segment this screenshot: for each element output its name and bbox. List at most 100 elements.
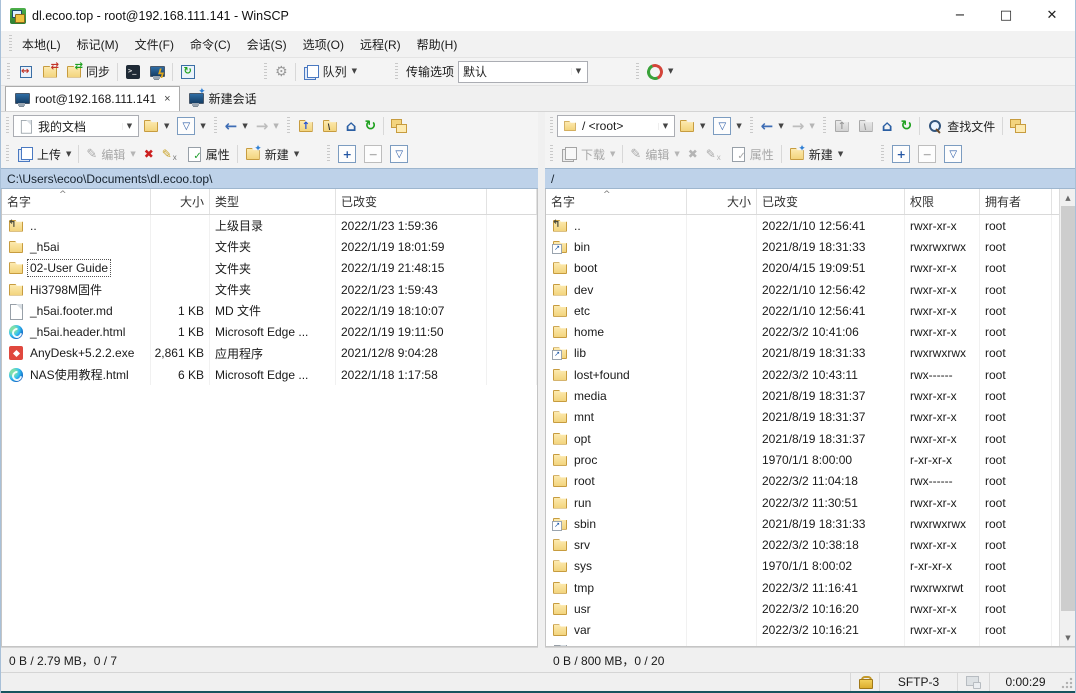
table-row[interactable]: _h5ai 文件夹 2022/1/19 18:01:59	[2, 236, 537, 257]
open-in-putty-button[interactable]: ϟ	[145, 60, 169, 84]
scroll-down-icon[interactable]: ▼	[1060, 629, 1076, 646]
connection-cell[interactable]	[957, 673, 989, 691]
remote-open-directory-button[interactable]: ▼	[675, 114, 709, 138]
remote-parent-directory-button[interactable]	[830, 114, 854, 138]
remote-home-button[interactable]: ⌂	[878, 114, 897, 138]
local-edit-button[interactable]: ✎编辑▼	[82, 142, 139, 166]
local-selection-filter-button[interactable]: ▽	[386, 142, 412, 166]
refresh-panels-button[interactable]	[176, 60, 200, 84]
swap-panels-button[interactable]	[14, 60, 38, 84]
resize-grip-icon[interactable]	[1061, 677, 1073, 689]
table-row[interactable]: dev 2022/1/10 12:56:42 rwxr-xr-x root	[546, 279, 1059, 300]
table-row[interactable]: srv 2022/3/2 10:38:18 rwxr-xr-x root	[546, 534, 1059, 555]
local-expand-selection-button[interactable]: +	[334, 142, 360, 166]
new-session-tab[interactable]: ✦ 新建会话	[180, 86, 265, 111]
scrollbar-track[interactable]	[1060, 206, 1076, 629]
remote-refresh-button[interactable]: ↻	[896, 114, 916, 138]
remote-edit-button[interactable]: ✎编辑▼	[626, 142, 683, 166]
column-header-changed[interactable]: 已改变	[336, 189, 487, 214]
local-open-directory-button[interactable]: ▼	[139, 114, 173, 138]
close-session-icon[interactable]: ×	[164, 93, 170, 105]
table-row[interactable]: lib 2021/8/19 18:31:33 rwxrwxrwx root	[546, 343, 1059, 364]
remote-tree-button[interactable]	[1006, 114, 1030, 138]
menu-item[interactable]: 标记(M)	[69, 32, 127, 57]
table-row[interactable]: mnt 2021/8/19 18:31:37 rwxr-xr-x root	[546, 407, 1059, 428]
minimize-button[interactable]: −	[937, 0, 983, 31]
transfer-settings-button[interactable]: ▼	[643, 60, 677, 84]
table-row[interactable]: usr 2022/3/2 10:16:20 rwxr-xr-x root	[546, 598, 1059, 619]
table-row[interactable]: sys 1970/1/1 8:00:02 r-xr-xr-x root	[546, 556, 1059, 577]
local-collapse-selection-button[interactable]: −	[360, 142, 386, 166]
local-path-bar[interactable]: C:\Users\ecoo\Documents\dl.ecoo.top\	[1, 168, 538, 189]
local-new-button[interactable]: 新建▼	[241, 142, 303, 166]
menu-item[interactable]: 文件(F)	[127, 32, 182, 57]
local-home-button[interactable]: ⌂	[342, 114, 361, 138]
remote-root-directory-button[interactable]	[854, 114, 878, 138]
synchronize-button[interactable]: ⇄同步	[62, 60, 114, 84]
table-row[interactable]: run 2022/3/2 11:30:51 rwxr-xr-x root	[546, 492, 1059, 513]
scroll-up-icon[interactable]: ▲	[1060, 189, 1076, 206]
table-row[interactable]: home 2022/3/2 10:41:06 rwxr-xr-x root	[546, 321, 1059, 342]
maximize-button[interactable]: □	[983, 0, 1029, 31]
remote-path-bar[interactable]: /	[545, 168, 1076, 189]
remote-directory-combo[interactable]: / <root> ▼	[557, 115, 675, 137]
column-header-changed[interactable]: 已改变	[757, 189, 905, 214]
menu-item[interactable]: 命令(C)	[182, 32, 239, 57]
table-row[interactable]: bin 2021/8/19 18:31:33 rwxrwxrwx root	[546, 236, 1059, 257]
remote-rename-button[interactable]	[702, 142, 726, 166]
table-row[interactable]: _h5ai.header.html 1 KB Microsoft Edge ..…	[2, 321, 537, 342]
remote-scrollbar[interactable]: ▲ ▼	[1059, 189, 1076, 646]
remote-collapse-selection-button[interactable]: −	[914, 142, 940, 166]
close-button[interactable]: ✕	[1029, 0, 1075, 31]
local-root-directory-button[interactable]	[318, 114, 342, 138]
remote-expand-selection-button[interactable]: +	[888, 142, 914, 166]
upload-button[interactable]: 上传▼	[13, 142, 75, 166]
local-tree-button[interactable]	[387, 114, 411, 138]
table-row[interactable]: .. 2022/1/10 12:56:41 rwxr-xr-x root	[546, 215, 1059, 236]
table-row[interactable]: AnyDesk+5.2.2.exe 2,861 KB 应用程序 2021/12/…	[2, 343, 537, 364]
table-row[interactable]: 02-User Guide 文件夹 2022/1/19 21:48:15	[2, 258, 537, 279]
table-row[interactable]: Hi3798M固件 文件夹 2022/1/23 1:59:43	[2, 279, 537, 300]
table-row[interactable]: root 2022/3/2 11:04:18 rwx------ root	[546, 471, 1059, 492]
column-header-owner[interactable]: 拥有者	[980, 189, 1052, 214]
download-button[interactable]: 下载▼	[557, 142, 619, 166]
column-header-size[interactable]: 大小	[151, 189, 210, 214]
queue-button[interactable]: 队列▼	[299, 60, 361, 84]
remote-forward-button[interactable]: →▼	[788, 114, 819, 138]
column-header-name[interactable]: 名字^	[2, 189, 151, 214]
encryption-cell[interactable]	[850, 673, 879, 691]
table-row[interactable]: swapfile 819,200 2022/3/2 10:52:17 rw---…	[546, 641, 1059, 646]
table-row[interactable]: var 2022/3/2 10:16:21 rwxr-xr-x root	[546, 620, 1059, 641]
transfer-preset-combo[interactable]: 默认 ▼	[458, 61, 588, 83]
local-filter-button[interactable]: ▽▼	[173, 114, 209, 138]
column-header-perms[interactable]: 权限	[905, 189, 980, 214]
find-files-button[interactable]: 查找文件	[923, 114, 999, 138]
remote-delete-button[interactable]: ✖	[684, 142, 702, 166]
local-properties-button[interactable]: 属性	[182, 142, 234, 166]
table-row[interactable]: proc 1970/1/1 8:00:00 r-xr-xr-x root	[546, 449, 1059, 470]
table-row[interactable]: opt 2021/8/19 18:31:37 rwxr-xr-x root	[546, 428, 1059, 449]
menu-item[interactable]: 远程(R)	[352, 32, 409, 57]
local-refresh-button[interactable]: ↻	[360, 114, 380, 138]
panel-splitter[interactable]	[538, 112, 545, 672]
menu-item[interactable]: 会话(S)	[239, 32, 295, 57]
preferences-button[interactable]: ⚙	[271, 60, 292, 84]
column-header-size[interactable]: 大小	[687, 189, 757, 214]
scrollbar-thumb[interactable]	[1061, 206, 1075, 611]
column-header-name[interactable]: 名字^	[546, 189, 687, 214]
table-row[interactable]: _h5ai.footer.md 1 KB MD 文件 2022/1/19 18:…	[2, 300, 537, 321]
table-row[interactable]: sbin 2021/8/19 18:31:33 rwxrwxrwx root	[546, 513, 1059, 534]
column-header-type[interactable]: 类型	[210, 189, 336, 214]
protocol-cell[interactable]: SFTP-3	[879, 673, 957, 691]
table-row[interactable]: .. 上级目录 2022/1/23 1:59:36	[2, 215, 537, 236]
remote-back-button[interactable]: ←▼	[757, 114, 788, 138]
table-row[interactable]: tmp 2022/3/2 11:16:41 rwxrwxrwt root	[546, 577, 1059, 598]
menu-item[interactable]: 选项(O)	[295, 32, 352, 57]
remote-transfer-button[interactable]: ⇄	[38, 60, 62, 84]
menu-item[interactable]: 帮助(H)	[409, 32, 466, 57]
local-directory-combo[interactable]: 我的文档 ▼	[13, 115, 139, 137]
table-row[interactable]: boot 2020/4/15 19:09:51 rwxr-xr-x root	[546, 258, 1059, 279]
table-row[interactable]: lost+found 2022/3/2 10:43:11 rwx------ r…	[546, 364, 1059, 385]
local-back-button[interactable]: ←▼	[221, 114, 252, 138]
table-row[interactable]: NAS使用教程.html 6 KB Microsoft Edge ... 202…	[2, 364, 537, 385]
